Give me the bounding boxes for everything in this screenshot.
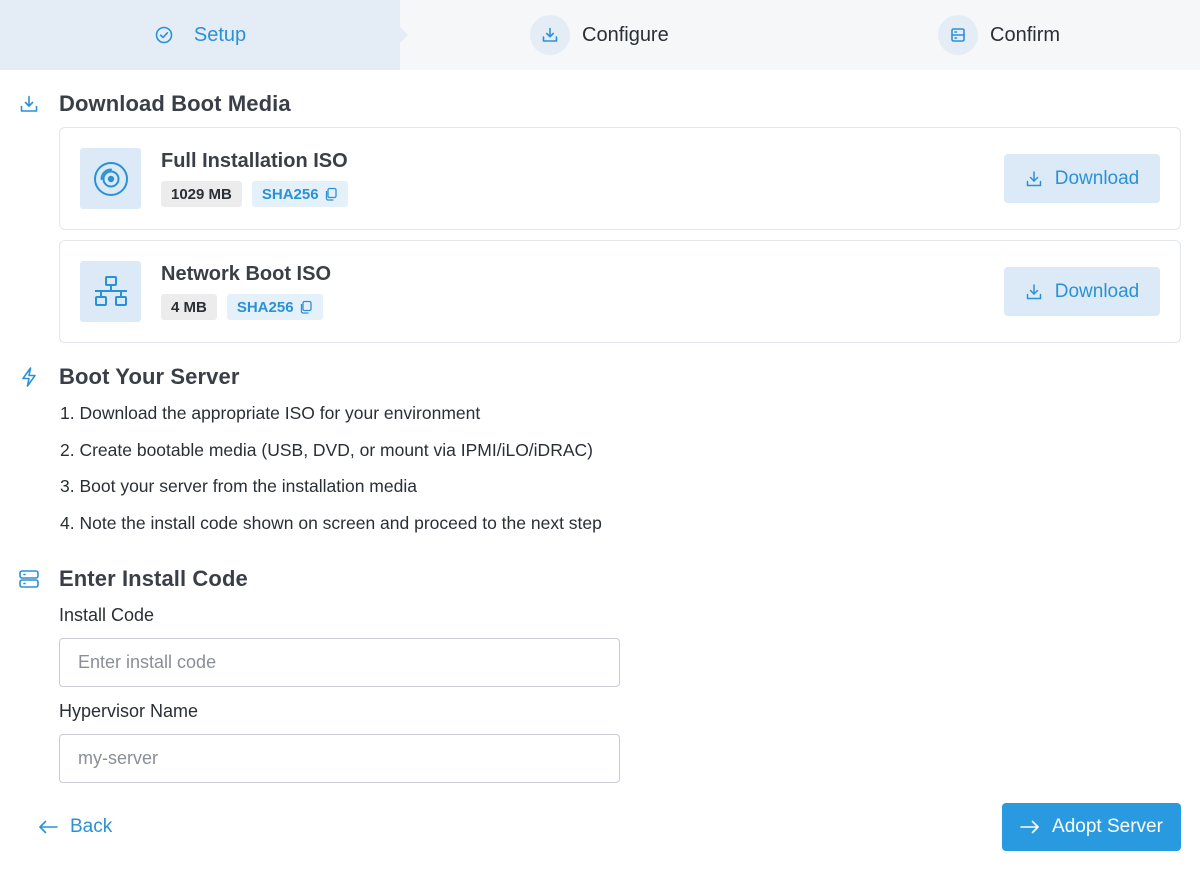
sha256-copy-button[interactable]: SHA256 xyxy=(251,181,348,207)
step-setup-label: Setup xyxy=(193,23,247,46)
section-title: Enter Install Code xyxy=(59,566,248,591)
hypervisor-name-input[interactable] xyxy=(59,734,620,783)
lightning-icon xyxy=(18,366,40,388)
hypervisor-name-label: Hypervisor Name xyxy=(59,701,199,721)
arrow-right-icon xyxy=(1020,820,1040,834)
copy-icon xyxy=(299,300,313,314)
file-size-badge: 1029 MB xyxy=(161,181,242,207)
disc-icon xyxy=(80,148,141,209)
server-icon xyxy=(18,568,40,590)
media-name: Network Boot ISO xyxy=(161,263,332,285)
download-tray-icon xyxy=(530,15,570,55)
back-button-label: Back xyxy=(70,816,113,837)
download-icon xyxy=(1025,170,1043,188)
instruction-item: 4. Note the install code shown on screen… xyxy=(60,512,602,533)
wizard-stepper: Setup Configure Confirm xyxy=(0,0,1200,70)
network-icon xyxy=(80,261,141,322)
media-card-network-iso: Network Boot ISO 4 MB SHA256 Download xyxy=(59,240,1181,343)
step-configure-label: Configure xyxy=(582,23,669,46)
adopt-button-label: Adopt Server xyxy=(1052,816,1163,837)
download-icon xyxy=(1025,283,1043,301)
file-size-badge: 4 MB xyxy=(161,294,217,320)
download-full-iso-button[interactable]: Download xyxy=(1004,154,1160,203)
download-button-label: Download xyxy=(1054,280,1140,302)
copy-icon xyxy=(324,187,338,201)
instruction-item: 3. Boot your server from the installatio… xyxy=(60,476,417,497)
step-configure[interactable]: Configure xyxy=(530,0,669,70)
media-card-full-iso: Full Installation ISO 1029 MB SHA256 Dow… xyxy=(59,127,1181,230)
download-section-header: Download Boot Media xyxy=(18,89,291,119)
step-confirm-label: Confirm xyxy=(990,23,1061,46)
sha256-label: SHA256 xyxy=(236,298,294,316)
server-icon xyxy=(938,15,978,55)
back-button[interactable]: Back xyxy=(38,812,112,842)
instruction-item: 1. Download the appropriate ISO for your… xyxy=(60,403,481,423)
step-confirm[interactable]: Confirm xyxy=(938,0,1060,70)
boot-instructions-list: 1. Download the appropriate ISO for your… xyxy=(60,401,602,547)
adopt-server-button[interactable]: Adopt Server xyxy=(1002,803,1181,851)
download-network-iso-button[interactable]: Download xyxy=(1004,267,1160,316)
instruction-item: 2. Create bootable media (USB, DVD, or m… xyxy=(60,439,593,460)
section-title: Download Boot Media xyxy=(59,91,291,116)
check-circle-icon xyxy=(154,25,174,45)
media-tags: 4 MB SHA256 xyxy=(161,294,323,320)
download-tray-icon xyxy=(18,93,40,115)
section-title: Boot Your Server xyxy=(59,364,240,389)
media-tags: 1029 MB SHA256 xyxy=(161,181,348,207)
step-setup[interactable]: Setup xyxy=(0,0,408,70)
sha256-label: SHA256 xyxy=(261,185,319,203)
sha256-copy-button[interactable]: SHA256 xyxy=(226,294,323,320)
download-button-label: Download xyxy=(1054,167,1140,189)
install-section-header: Enter Install Code xyxy=(18,564,248,594)
install-code-input[interactable] xyxy=(59,638,620,687)
install-code-label: Install Code xyxy=(59,605,155,625)
boot-section-header: Boot Your Server xyxy=(18,362,240,392)
arrow-left-icon xyxy=(38,820,58,834)
media-name: Full Installation ISO xyxy=(161,150,348,172)
